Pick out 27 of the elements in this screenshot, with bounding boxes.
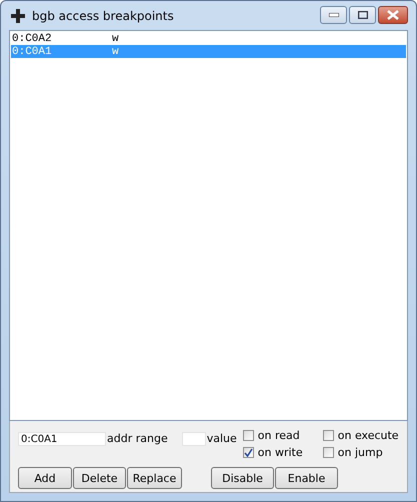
value-field[interactable] [182, 432, 206, 446]
action-button[interactable]: Add [18, 467, 72, 489]
minimize-button[interactable] [320, 6, 347, 24]
address-field[interactable]: 0:C0A1 [18, 432, 106, 446]
action-button[interactable]: Enable [275, 467, 338, 489]
close-button[interactable] [378, 6, 408, 24]
breakpoint-row[interactable]: 0:C0A2 w [11, 32, 406, 45]
checkbox[interactable]: on jump [322, 444, 403, 460]
cross-icon [11, 8, 25, 22]
address-text: 0:C0A2 [12, 32, 53, 44]
value-label: value [206, 432, 237, 445]
action-button[interactable]: Disable [211, 467, 274, 489]
maximize-button[interactable] [349, 6, 376, 24]
action-button[interactable]: Delete [73, 467, 126, 489]
checkbox[interactable]: on write [242, 444, 323, 460]
addr-range-label: addr range [107, 432, 168, 445]
address-text: 0:C0A1 [12, 46, 53, 58]
window-title: bgb access breakpoints [32, 8, 174, 22]
access-text: w [112, 46, 119, 58]
close-icon [387, 10, 399, 20]
minimize-icon [328, 13, 338, 17]
checkbox[interactable]: on execute [322, 427, 403, 443]
action-button[interactable]: Replace [127, 467, 182, 489]
checkbox[interactable]: on read [242, 427, 323, 443]
maximize-icon [358, 11, 368, 19]
checkmark-icon [244, 448, 253, 456]
access-text: w [112, 32, 119, 44]
